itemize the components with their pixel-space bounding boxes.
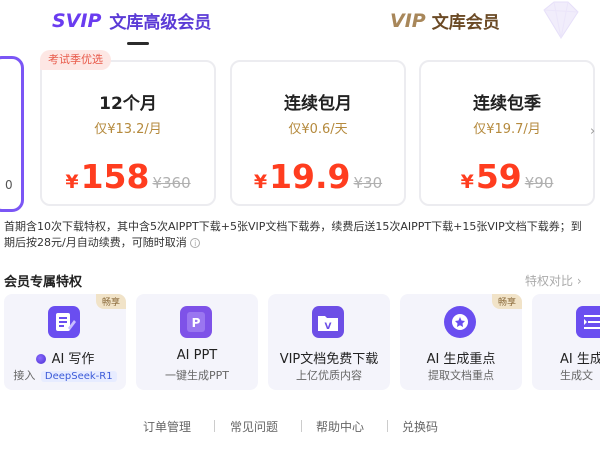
- plan-name: 连续包月: [284, 94, 352, 114]
- unlimited-badge: 畅享: [491, 294, 522, 309]
- deepseek-tag: DeepSeek-R1: [40, 371, 117, 382]
- tile-subtitle: 接入 DeepSeek-R1: [4, 367, 126, 383]
- svip-tab-title: 文库高级会员: [109, 13, 212, 33]
- plan-description-text: 首期含10次下载特权，其中含5次AIPPT下载+5张VIP文档下载券，续费后送1…: [4, 220, 582, 249]
- ppt-icon: P: [180, 306, 212, 338]
- footer-divider: [214, 420, 215, 432]
- faq-link[interactable]: 常见问题: [230, 418, 278, 435]
- diamond-decoration-icon: [543, 1, 579, 39]
- tile-title-text: AI 写作: [51, 352, 95, 367]
- star-badge-icon: [444, 306, 476, 338]
- plan-unit-price: 仅¥13.2/月: [94, 122, 162, 137]
- svip-logo: SVIP: [52, 9, 102, 32]
- plan-unit-price: 仅¥19.7/月: [473, 122, 541, 137]
- vip-tab-title: 文库会员: [431, 13, 500, 33]
- privilege-tile-ai-generate[interactable]: AI 生成 生成文: [532, 294, 600, 390]
- original-price: ¥360: [152, 174, 191, 192]
- price-row: ¥ 158 ¥360: [42, 157, 214, 196]
- tile-subtitle: 一键生成PPT: [165, 369, 229, 382]
- vip-logo: VIP: [390, 9, 426, 32]
- plan-description: 首期含10次下载特权，其中含5次AIPPT下载+5张VIP文档下载券，续费后送1…: [4, 219, 584, 251]
- plan-card-monthly[interactable]: 连续包月 仅¥0.6/天 ¥ 19.9 ¥30: [230, 60, 406, 206]
- redeem-code-link[interactable]: 兑换码: [402, 418, 438, 435]
- original-price: ¥30: [353, 174, 383, 192]
- help-center-link[interactable]: 帮助中心: [316, 418, 364, 435]
- chevron-right-icon[interactable]: ›: [590, 124, 595, 139]
- plan-price: 59: [475, 157, 522, 196]
- plan-card-12-months[interactable]: 12个月 仅¥13.2/月 ¥ 158 ¥360: [40, 60, 216, 206]
- vip-folder-icon: V: [312, 306, 344, 338]
- tile-title: AI 写作: [4, 348, 126, 367]
- list-collapse-icon: [576, 306, 600, 338]
- currency-symbol: ¥: [253, 171, 268, 193]
- plan-name: 连续包季: [473, 94, 541, 114]
- svg-text:P: P: [192, 316, 201, 330]
- price-row: ¥ 59 ¥90: [421, 157, 593, 196]
- plan-card-quarterly[interactable]: 连续包季 仅¥19.7/月 ¥ 59 ¥90: [419, 60, 595, 206]
- tile-subtitle: 上亿优质内容: [296, 369, 362, 382]
- footer-links: 订单管理 常见问题 帮助中心 兑换码: [0, 418, 600, 436]
- plan-unit-price: 仅¥0.6/天: [288, 122, 348, 137]
- privilege-tile-ai-ppt[interactable]: P AI PPT 一键生成PPT: [136, 294, 258, 390]
- tile-title: AI 生成重点: [426, 352, 496, 367]
- tab-vip[interactable]: VIP 文库会员: [390, 8, 500, 34]
- order-management-link[interactable]: 订单管理: [143, 418, 191, 435]
- exam-season-badge: 考试季优选: [40, 50, 111, 70]
- plan-price: 158: [80, 157, 150, 196]
- privileges-title: 会员专属特权: [4, 275, 83, 290]
- tile-title: AI PPT: [176, 348, 218, 363]
- footer-divider: [301, 420, 302, 432]
- membership-header: SVIP 文库高级会员 VIP 文库会员: [0, 0, 600, 46]
- privilege-tile-ai-writing[interactable]: 畅享 AI 写作 接入 DeepSeek-R1: [4, 294, 126, 390]
- price-row: ¥ 19.9 ¥30: [232, 157, 404, 196]
- privilege-tile-vip-download[interactable]: V VIP文档免费下载 上亿优质内容: [268, 294, 390, 390]
- tile-title: VIP文档免费下载: [279, 352, 379, 367]
- document-edit-icon: [48, 306, 80, 338]
- currency-symbol: ¥: [460, 171, 474, 193]
- tile-subtitle-prefix: 接入: [13, 369, 36, 382]
- plan-name: 12个月: [99, 94, 157, 114]
- privileges-compare-link[interactable]: 特权对比 ›: [525, 272, 582, 289]
- original-price: ¥90: [524, 174, 554, 192]
- footer-divider: [387, 420, 388, 432]
- unlimited-badge: 畅享: [95, 294, 126, 309]
- active-tab-indicator: [127, 42, 149, 45]
- partial-card-text: 0: [5, 178, 13, 192]
- info-icon[interactable]: i: [190, 238, 201, 248]
- tile-subtitle: 提取文档重点: [428, 369, 494, 382]
- currency-symbol: ¥: [65, 171, 79, 193]
- tab-svip[interactable]: SVIP 文库高级会员: [52, 8, 212, 34]
- ai-orb-icon: [35, 354, 46, 364]
- tile-subtitle: 生成文: [560, 369, 593, 382]
- privilege-tile-ai-highlights[interactable]: 畅享 AI 生成重点 提取文档重点: [400, 294, 522, 390]
- tile-title: AI 生成: [560, 352, 600, 367]
- svg-text:V: V: [325, 322, 332, 332]
- plan-price: 19.9: [269, 157, 351, 196]
